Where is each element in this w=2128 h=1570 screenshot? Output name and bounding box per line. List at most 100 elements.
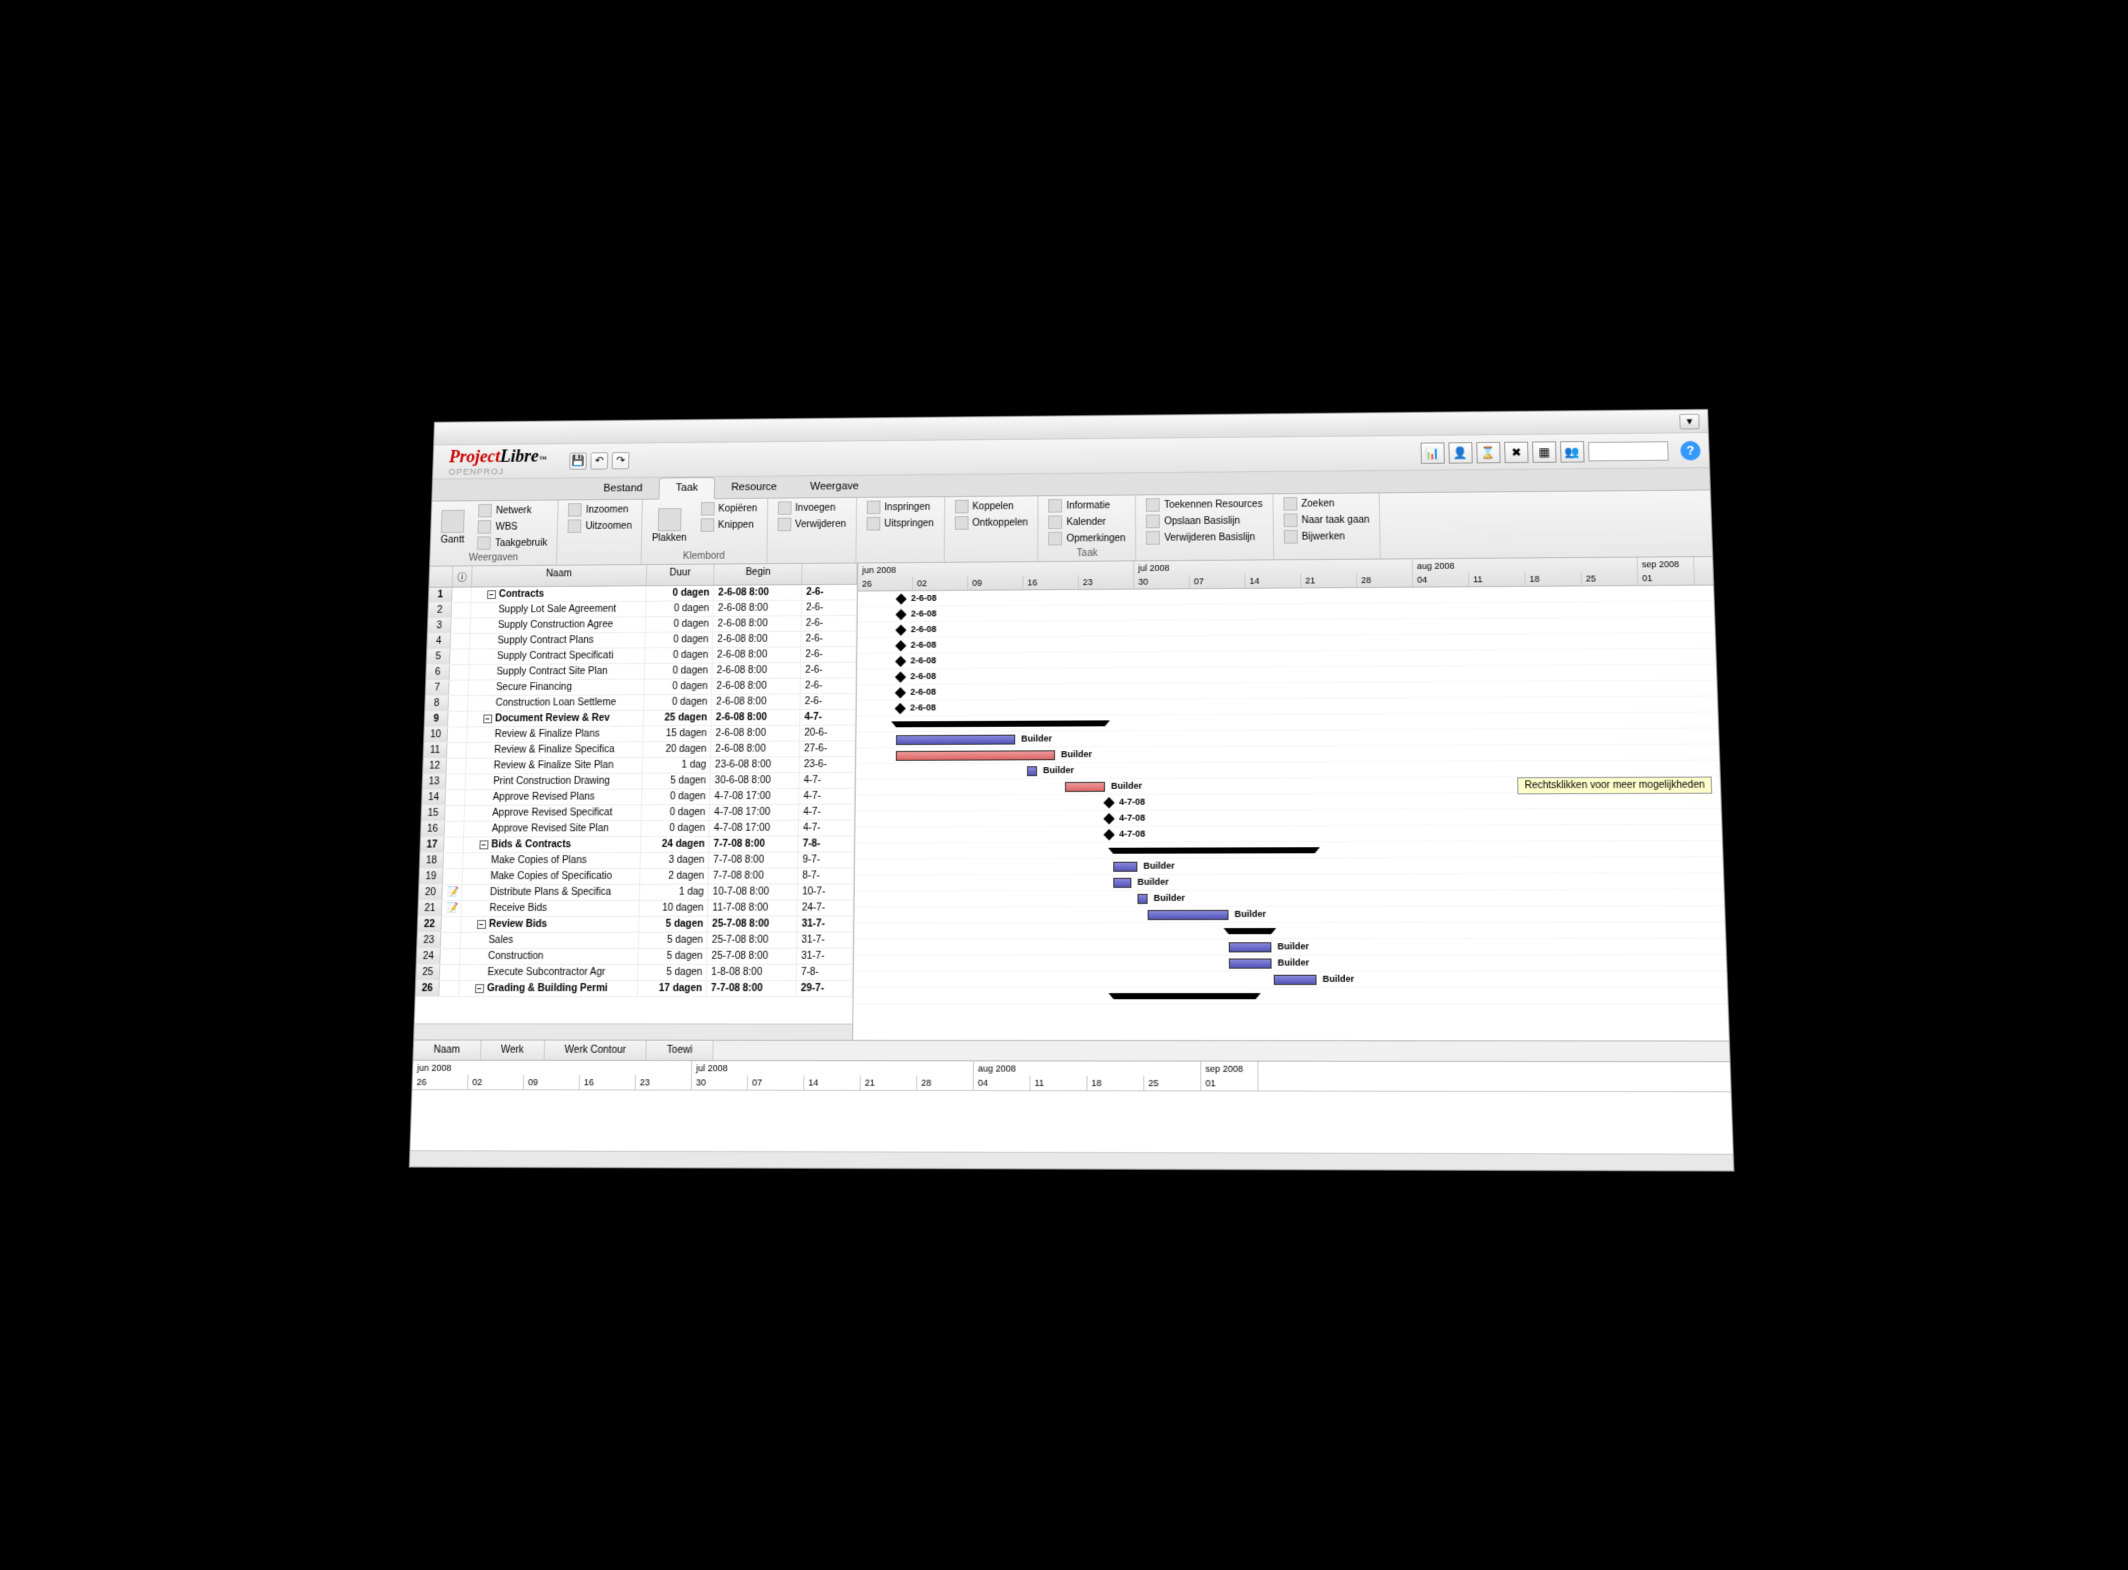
row-number[interactable]: 4: [427, 634, 451, 649]
outline-toggle-icon[interactable]: −: [479, 840, 488, 849]
help-button[interactable]: ?: [1680, 440, 1701, 460]
gantt-row[interactable]: [855, 841, 1722, 859]
task-row[interactable]: 21📝Receive Bids10 dagen11-7-08 8:0024-7-: [418, 900, 853, 917]
task-name-cell[interactable]: Review & Finalize Site Plan: [466, 758, 643, 773]
task-row[interactable]: 18Make Copies of Plans3 dagen7-7-08 8:00…: [420, 852, 854, 869]
end-cell[interactable]: 10-7-: [798, 884, 854, 899]
row-number[interactable]: 17: [420, 838, 444, 853]
begin-cell[interactable]: 2-6-08 8:00: [714, 601, 802, 616]
begin-cell[interactable]: 25-7-08 8:00: [708, 933, 798, 948]
begin-cell[interactable]: 10-7-08 8:00: [709, 884, 799, 899]
task-name-cell[interactable]: Sales: [461, 933, 639, 948]
gantt-row[interactable]: Builder: [855, 890, 1725, 908]
begin-cell[interactable]: 2-6-08 8:00: [714, 616, 802, 631]
ribbon-button-koppelen[interactable]: Koppelen: [951, 498, 1032, 514]
duration-cell[interactable]: 3 dagen: [640, 853, 709, 868]
task-name-cell[interactable]: −Contracts: [471, 586, 646, 602]
outline-toggle-icon[interactable]: −: [487, 590, 496, 599]
tab-weergave[interactable]: Weergave: [793, 476, 875, 498]
row-number[interactable]: 10: [424, 727, 448, 742]
task-name-cell[interactable]: Secure Financing: [468, 680, 644, 696]
task-row[interactable]: 25Execute Subcontractor Agr5 dagen1-8-08…: [416, 965, 853, 981]
begin-cell[interactable]: 7-7-08 8:00: [709, 868, 798, 883]
ribbon-button-taakgebruik[interactable]: Taakgebruik: [474, 535, 552, 551]
task-row[interactable]: 17−Bids & Contracts24 dagen7-7-08 8:007-…: [420, 836, 854, 853]
gantt-row[interactable]: Builder: [854, 972, 1727, 989]
task-row[interactable]: 26−Grading & Building Permi17 dagen7-7-0…: [416, 981, 853, 997]
bottom-tab-werk[interactable]: Werk: [481, 1041, 545, 1060]
outline-toggle-icon[interactable]: −: [475, 984, 484, 993]
task-row[interactable]: 23Sales5 dagen25-7-08 8:0031-7-: [417, 933, 853, 949]
ribbon-button-inzoomen[interactable]: Inzoomen: [564, 502, 636, 518]
task-row[interactable]: 16Approve Revised Site Plan0 dagen4-7-08…: [421, 821, 855, 838]
row-number[interactable]: 3: [428, 619, 452, 634]
undo-button[interactable]: ↶: [590, 452, 608, 469]
task-name-cell[interactable]: Make Copies of Plans: [463, 853, 640, 868]
begin-cell[interactable]: 2-6-08 8:00: [712, 710, 801, 725]
task-name-cell[interactable]: Approve Revised Site Plan: [464, 821, 641, 836]
begin-cell[interactable]: 2-6-08 8:00: [711, 742, 800, 757]
milestone-diamond-icon[interactable]: [1103, 797, 1114, 808]
row-number[interactable]: 13: [423, 774, 447, 789]
ribbon-button-verwijderen-basislijn[interactable]: Verwijderen Basislijn: [1142, 529, 1267, 546]
end-cell[interactable]: 9-7-: [798, 852, 854, 867]
duration-cell[interactable]: 0 dagen: [641, 789, 710, 804]
duration-cell[interactable]: 5 dagen: [638, 965, 708, 980]
task-name-cell[interactable]: Receive Bids: [462, 901, 640, 916]
delete-icon[interactable]: ✖: [1504, 441, 1528, 463]
duration-cell[interactable]: 0 dagen: [644, 664, 713, 679]
task-row[interactable]: 10Review & Finalize Plans15 dagen2-6-08 …: [424, 726, 855, 744]
duration-cell[interactable]: 0 dagen: [646, 586, 714, 601]
ribbon-button-ontkoppelen[interactable]: Ontkoppelen: [951, 515, 1032, 531]
ribbon-button-plakken[interactable]: Plakken: [648, 501, 691, 549]
milestone-diamond-icon[interactable]: [895, 656, 906, 667]
redo-button[interactable]: ↷: [612, 452, 630, 469]
col-name[interactable]: Naam: [472, 565, 647, 587]
task-bar[interactable]: [1229, 942, 1272, 952]
row-number[interactable]: 15: [421, 806, 445, 821]
row-number[interactable]: 8: [425, 696, 449, 711]
task-bar[interactable]: [1065, 782, 1105, 792]
outline-toggle-icon[interactable]: −: [483, 715, 492, 724]
begin-cell[interactable]: 2-6-08 8:00: [712, 679, 801, 694]
gantt-row[interactable]: [853, 988, 1727, 1004]
grid-hscroll[interactable]: [414, 1023, 852, 1039]
summary-bar[interactable]: [1114, 993, 1256, 999]
row-number[interactable]: 9: [425, 712, 449, 727]
tab-taak[interactable]: Taak: [659, 477, 715, 500]
task-name-cell[interactable]: Review & Finalize Specifica: [467, 742, 643, 757]
titlebar-dropdown-icon[interactable]: ▾: [1679, 413, 1700, 429]
task-row[interactable]: 19Make Copies of Specificatio2 dagen7-7-…: [419, 868, 854, 885]
row-number[interactable]: 18: [420, 853, 444, 868]
ribbon-button-kalender[interactable]: Kalender: [1045, 514, 1130, 530]
begin-cell[interactable]: 7-7-08 8:00: [710, 837, 799, 852]
duration-cell[interactable]: 0 dagen: [641, 821, 710, 836]
end-cell[interactable]: 8-7-: [798, 868, 854, 883]
milestone-diamond-icon[interactable]: [1103, 813, 1114, 824]
end-cell[interactable]: 24-7-: [798, 900, 854, 915]
summary-bar[interactable]: [1113, 847, 1315, 854]
row-number[interactable]: 6: [426, 665, 450, 680]
end-cell[interactable]: 2-6-: [802, 600, 857, 615]
ribbon-button-netwerk[interactable]: Netwerk: [475, 502, 553, 518]
gantt-row[interactable]: Builder: [854, 955, 1727, 972]
end-cell[interactable]: 20-6-: [800, 726, 855, 741]
end-cell[interactable]: 4-7-: [799, 773, 855, 788]
ribbon-button-kopiëren[interactable]: Kopiëren: [697, 501, 762, 517]
task-bar[interactable]: [1113, 862, 1137, 872]
grid-icon[interactable]: ▦: [1532, 441, 1557, 463]
duration-cell[interactable]: 2 dagen: [640, 869, 709, 884]
ribbon-button-naar-taak-gaan[interactable]: Naar taak gaan: [1280, 512, 1374, 528]
task-name-cell[interactable]: Approve Revised Specificat: [465, 805, 642, 820]
gantt-row[interactable]: Builder: [855, 874, 1724, 892]
row-number[interactable]: 22: [418, 917, 442, 932]
row-number[interactable]: 24: [417, 949, 441, 964]
duration-cell[interactable]: 1 dag: [642, 758, 711, 773]
task-bar[interactable]: [1027, 766, 1037, 776]
task-row[interactable]: 13Print Construction Drawing5 dagen30-6-…: [423, 773, 856, 790]
task-row[interactable]: 14Approve Revised Plans0 dagen4-7-08 17:…: [422, 789, 855, 806]
task-name-cell[interactable]: Distribute Plans & Specifica: [462, 885, 640, 900]
milestone-diamond-icon[interactable]: [895, 609, 906, 620]
schedule-icon[interactable]: ⌛: [1476, 441, 1500, 463]
duration-cell[interactable]: 15 dagen: [643, 726, 712, 741]
